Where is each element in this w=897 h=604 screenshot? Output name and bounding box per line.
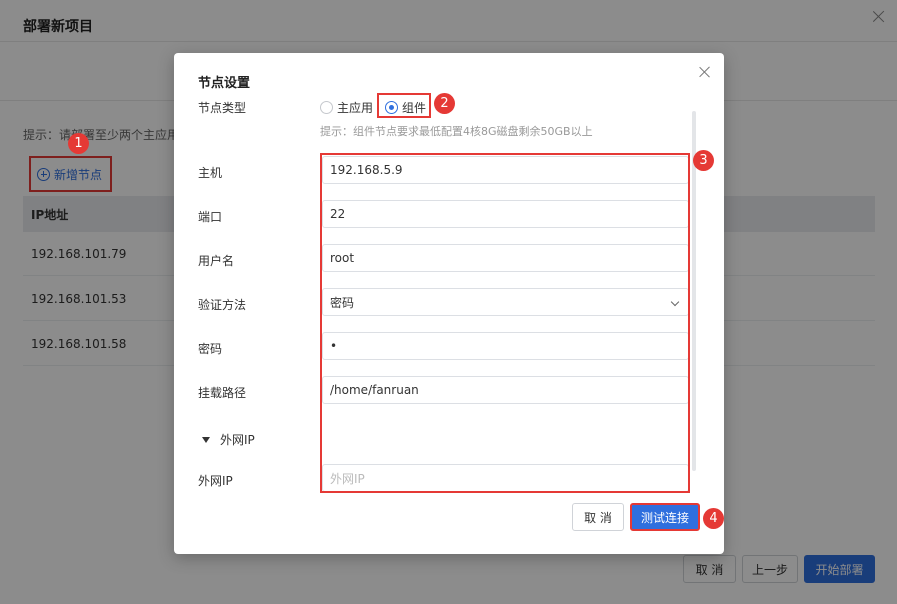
annotation-badge-1: 1 bbox=[68, 133, 89, 154]
annotation-badge-4: 4 bbox=[703, 508, 724, 529]
node-type-label: 节点类型 bbox=[198, 101, 247, 115]
radio-main-app-label: 主应用 bbox=[337, 100, 374, 115]
annotation-box-3 bbox=[320, 153, 690, 493]
mount-path-label: 挂载路径 bbox=[198, 386, 247, 400]
config-tip: 提示：组件节点要求最低配置4核8G磁盘剩余50GB以上 bbox=[320, 125, 593, 138]
port-label: 端口 bbox=[198, 210, 223, 224]
node-settings-dialog: 节点设置 节点类型 主应用 组件 提示：组件节点要求最低配置4核8G磁盘剩余50… bbox=[174, 53, 724, 554]
auth-method-label: 验证方法 bbox=[198, 298, 247, 312]
username-label: 用户名 bbox=[198, 254, 235, 268]
caret-down-icon bbox=[202, 436, 210, 443]
annotation-badge-2: 2 bbox=[434, 93, 455, 114]
public-ip-section-toggle[interactable]: 外网IP bbox=[202, 431, 255, 448]
password-label: 密码 bbox=[198, 342, 223, 356]
host-label: 主机 bbox=[198, 166, 223, 180]
public-ip-label: 外网IP bbox=[198, 474, 233, 488]
test-connection-button[interactable]: 测试连接 bbox=[630, 503, 700, 531]
dialog-title: 节点设置 bbox=[198, 76, 251, 91]
annotation-box-2 bbox=[377, 93, 431, 118]
radio-main-app[interactable]: 主应用 bbox=[320, 99, 373, 116]
close-icon[interactable] bbox=[698, 65, 712, 79]
radio-circle-icon bbox=[320, 100, 333, 114]
cancel-button[interactable]: 取 消 bbox=[572, 503, 624, 531]
annotation-badge-3: 3 bbox=[693, 150, 714, 171]
public-ip-section-label: 外网IP bbox=[220, 433, 255, 447]
